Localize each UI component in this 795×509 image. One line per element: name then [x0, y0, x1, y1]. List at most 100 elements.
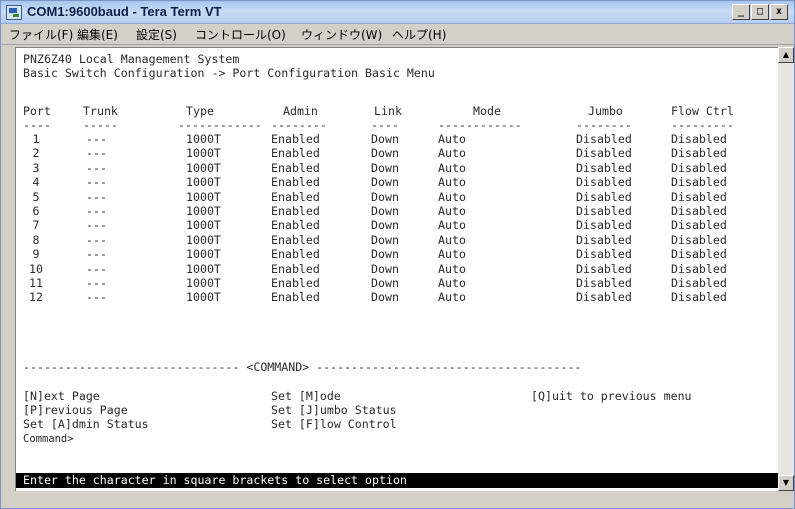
row-8-jumbo: Disabled [576, 232, 632, 247]
row-4-link: Down [371, 175, 399, 190]
column-header-jumbo: Jumbo [588, 104, 623, 118]
row-8-admin: Enabled [271, 232, 320, 247]
row-10-mode: Auto [438, 261, 466, 276]
row-12-jumbo: Disabled [576, 290, 632, 305]
row-9-mode: Auto [438, 247, 466, 262]
row-8-flow-ctrl: Disabled [671, 232, 727, 247]
window-title: COM1:9600baud - Tera Term VT [27, 4, 222, 19]
column-underline-jumbo: -------- [576, 118, 632, 132]
row-2-jumbo: Disabled [576, 146, 632, 161]
row-7-mode: Auto [438, 218, 466, 233]
row-9-link: Down [371, 247, 399, 262]
row-7-trunk: --- [86, 218, 107, 233]
column-header-type: Type [186, 104, 214, 118]
column-header-trunk: Trunk [83, 104, 118, 118]
vertical-scrollbar[interactable]: ▲ ▼ [778, 47, 794, 491]
row-11-trunk: --- [86, 276, 107, 290]
row-7-type: 1000T [186, 218, 221, 233]
row-2-port: 2 [32, 146, 40, 161]
row-6-link: Down [371, 204, 399, 218]
row-10-port: 10 [29, 261, 43, 276]
column-header-link: Link [374, 104, 402, 118]
row-8-port: 8 [32, 232, 40, 247]
column-underline-link: ---- [371, 118, 399, 132]
row-5-admin: Enabled [271, 189, 320, 204]
menu-control[interactable]: コントロール(O) [195, 26, 286, 43]
row-4-mode: Auto [438, 175, 466, 190]
cmd-set-mode: Set [M]ode [271, 389, 341, 403]
terminal-screen[interactable]: PNZ6Z40 Local Management System Basic Sw… [15, 47, 779, 492]
row-1-admin: Enabled [271, 132, 320, 146]
row-12-trunk: --- [86, 290, 107, 305]
column-header-mode: Mode [473, 104, 501, 118]
menu-help[interactable]: ヘルプ(H) [392, 26, 446, 43]
row-2-trunk: --- [86, 146, 107, 161]
column-header-flow-ctrl: Flow Ctrl [671, 104, 734, 118]
row-6-flow-ctrl: Disabled [671, 204, 727, 218]
row-7-port: 7 [32, 218, 40, 233]
row-9-trunk: --- [86, 247, 107, 262]
row-3-link: Down [371, 160, 399, 175]
column-underline-trunk: ----- [83, 118, 118, 132]
system-title: PNZ6Z40 Local Management System [23, 52, 240, 66]
row-9-jumbo: Disabled [576, 247, 632, 262]
row-1-flow-ctrl: Disabled [671, 132, 727, 146]
title-bar[interactable]: COM1:9600baud - Tera Term VT _ □ x [1, 1, 794, 24]
row-5-mode: Auto [438, 189, 466, 204]
cmd-next-page: [N]ext Page [23, 389, 100, 403]
row-2-link: Down [371, 146, 399, 161]
row-6-mode: Auto [438, 204, 466, 218]
row-2-flow-ctrl: Disabled [671, 146, 727, 161]
menu-settings[interactable]: 設定(S) [136, 26, 177, 43]
row-4-jumbo: Disabled [576, 175, 632, 190]
row-10-jumbo: Disabled [576, 261, 632, 276]
column-header-admin: Admin [283, 104, 318, 118]
menu-file[interactable]: ファイル(F) [9, 26, 73, 43]
column-underline-flow-ctrl: --------- [671, 118, 734, 132]
row-8-mode: Auto [438, 232, 466, 247]
row-4-port: 4 [32, 175, 40, 190]
cmd-set-jumbo: Set [J]umbo Status [271, 403, 397, 417]
status-line: Enter the character in square brackets t… [16, 473, 779, 488]
row-8-link: Down [371, 232, 399, 247]
row-11-jumbo: Disabled [576, 276, 632, 290]
row-3-jumbo: Disabled [576, 160, 632, 175]
row-10-link: Down [371, 261, 399, 276]
row-2-admin: Enabled [271, 146, 320, 161]
cmd-quit: [Q]uit to previous menu [531, 389, 692, 403]
row-11-link: Down [371, 276, 399, 290]
command-prompt[interactable]: Command> [23, 432, 74, 446]
row-1-type: 1000T [186, 132, 221, 146]
row-10-type: 1000T [186, 261, 221, 276]
row-11-type: 1000T [186, 276, 221, 290]
minimize-button[interactable]: _ [732, 4, 750, 20]
menu-path: Basic Switch Configuration -> Port Confi… [23, 66, 435, 80]
column-header-port: Port [23, 104, 51, 118]
row-5-port: 5 [32, 189, 40, 204]
row-4-admin: Enabled [271, 175, 320, 190]
row-9-type: 1000T [186, 247, 221, 262]
scroll-down-icon[interactable]: ▼ [778, 475, 794, 491]
row-3-admin: Enabled [271, 160, 320, 175]
menu-edit[interactable]: 編集(E) [77, 26, 118, 43]
row-1-mode: Auto [438, 132, 466, 146]
row-6-type: 1000T [186, 204, 221, 218]
row-5-flow-ctrl: Disabled [671, 189, 727, 204]
row-2-type: 1000T [186, 146, 221, 161]
maximize-button[interactable]: □ [751, 4, 769, 20]
menu-window[interactable]: ウィンドウ(W) [301, 26, 382, 43]
row-7-admin: Enabled [271, 218, 320, 233]
row-5-jumbo: Disabled [576, 189, 632, 204]
row-1-link: Down [371, 132, 399, 146]
tera-term-window: COM1:9600baud - Tera Term VT _ □ x ファイル(… [0, 0, 795, 509]
row-10-trunk: --- [86, 261, 107, 276]
column-underline-port: ---- [23, 118, 51, 132]
cmd-set-admin: Set [A]dmin Status [23, 417, 149, 431]
teraterm-app-icon[interactable] [6, 5, 22, 20]
row-10-admin: Enabled [271, 261, 320, 276]
cmd-set-flow: Set [F]low Control [271, 417, 397, 431]
scroll-up-icon[interactable]: ▲ [778, 47, 794, 63]
row-1-port: 1 [32, 132, 40, 146]
row-1-trunk: --- [86, 132, 107, 146]
close-button[interactable]: x [770, 4, 788, 20]
